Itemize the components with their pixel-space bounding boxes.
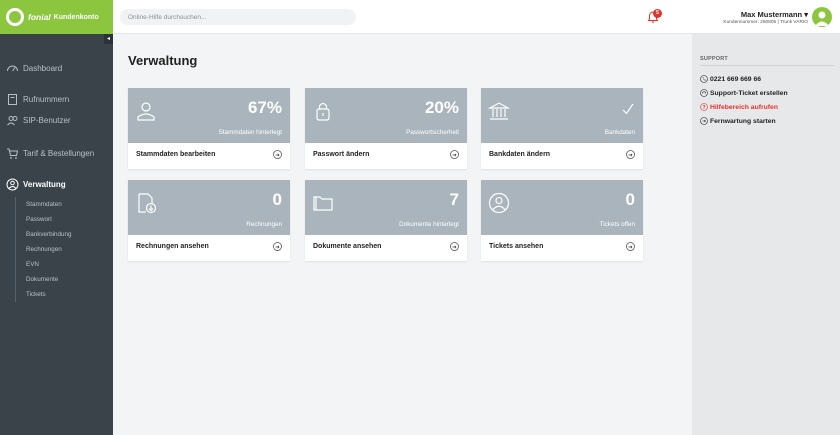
arrow-circle-icon[interactable] [273, 242, 282, 251]
support-title: SUPPORT [700, 56, 728, 62]
sidebar-item-verwaltung[interactable]: Verwaltung [6, 178, 66, 191]
card-value: 0 [625, 190, 635, 209]
page-title: Verwaltung [128, 53, 198, 68]
bankdaten-aendern-link[interactable]: Bankdaten ändern [489, 151, 550, 158]
brand-subtitle: Kundenkonto [53, 13, 99, 21]
subnav-item-bankverbindung[interactable]: Bankverbindung [26, 227, 72, 242]
headset-icon [700, 89, 708, 97]
passwort-aendern-link[interactable]: Passwort ändern [313, 151, 369, 158]
sidebar-subnav: Stammdaten Passwort Bankverbindung Rechn… [15, 197, 72, 302]
card-value: 0 [272, 190, 282, 209]
users-icon [7, 116, 18, 126]
brand-name: fonial [28, 12, 51, 22]
card-bankdaten: Bankdaten Bankdaten ändern [481, 88, 643, 169]
card-label: Passwortsicherheit [406, 129, 459, 136]
divider [700, 65, 834, 66]
sidebar-item-rufnummern[interactable]: Rufnummern [6, 93, 69, 106]
sidebar: ◂ Dashboard Rufnummern SIP-Benutzer Tari… [0, 34, 113, 435]
arrow-circle-icon[interactable] [450, 242, 459, 251]
support-item-label: Fernwartung starten [710, 117, 776, 125]
person-icon [137, 102, 155, 121]
rechnungen-ansehen-link[interactable]: Rechnungen ansehen [136, 243, 209, 250]
support-item-label: 0221 669 669 66 [710, 75, 762, 83]
subnav-item-rechnungen[interactable]: Rechnungen [26, 242, 72, 257]
support-ticket-create[interactable]: Support-Ticket erstellen [700, 89, 788, 97]
card-header: 7 Dokumente hinterlegt [305, 180, 467, 235]
stammdaten-bearbeiten-link[interactable]: Stammdaten bearbeiten [136, 151, 215, 158]
top-bar: fonial Kundenkonto 5 Max Mustermann ▾ Ku… [0, 0, 840, 34]
customer-info: Kundennummer: 280805 | Trunk VARIO [723, 20, 808, 25]
support-phone[interactable]: 0221 669 669 66 [700, 75, 761, 83]
fonial-logo-icon [6, 8, 24, 26]
subnav-item-passwort[interactable]: Passwort [26, 212, 72, 227]
sidebar-item-label: Dashboard [23, 64, 63, 73]
lock-icon [316, 102, 330, 121]
help-icon: ? [700, 103, 708, 111]
ticket-user-icon [488, 192, 510, 214]
card-dokumente: 7 Dokumente hinterlegt Dokumente ansehen [305, 180, 467, 261]
dokumente-ansehen-link[interactable]: Dokumente ansehen [313, 243, 381, 250]
avatar-person-icon [815, 11, 829, 26]
sidebar-item-label: Verwaltung [23, 180, 66, 189]
card-header: 0 Tickets offen [481, 180, 643, 235]
card-tickets: 0 Tickets offen Tickets ansehen [481, 180, 643, 261]
support-item-label: Support-Ticket erstellen [710, 89, 788, 97]
svg-text:?: ? [702, 105, 705, 111]
card-rechnungen: 0 Rechnungen Rechnungen ansehen [128, 180, 290, 261]
card-header: 67% Stammdaten hinterlegt [128, 88, 290, 143]
phone-icon [700, 75, 708, 83]
collapse-sidebar-button[interactable]: ◂ [104, 34, 113, 44]
card-label: Stammdaten hinterlegt [218, 129, 282, 136]
dashboard-icon [7, 65, 18, 72]
arrow-circle-icon[interactable] [273, 150, 282, 159]
remote-icon [700, 117, 708, 125]
subnav-item-stammdaten[interactable]: Stammdaten [26, 197, 72, 212]
search-input[interactable] [120, 9, 356, 25]
arrow-circle-icon[interactable] [626, 242, 635, 251]
card-label: Bankdaten [604, 129, 635, 136]
card-label: Rechnungen [246, 221, 282, 228]
card-header: 20% Passwortsicherheit [305, 88, 467, 143]
phonebook-icon [8, 94, 17, 105]
bank-icon [488, 102, 510, 120]
card-header: Bankdaten [481, 88, 643, 143]
card-stammdaten: 67% Stammdaten hinterlegt Stammdaten bea… [128, 88, 290, 169]
avatar[interactable] [812, 7, 832, 27]
subnav-item-evn[interactable]: EVN [26, 257, 72, 272]
sidebar-item-sip-benutzer[interactable]: SIP-Benutzer [6, 114, 71, 127]
card-label: Dokumente hinterlegt [399, 221, 459, 228]
sidebar-item-dashboard[interactable]: Dashboard [6, 62, 62, 75]
sidebar-item-label: Tarif & Bestellungen [23, 149, 95, 158]
card-value: 7 [449, 190, 459, 209]
sidebar-item-tarif-bestellungen[interactable]: Tarif & Bestellungen [6, 147, 94, 160]
user-menu[interactable]: Max Mustermann ▾ [741, 10, 808, 19]
support-item-label: Hilfebereich aufrufen [710, 103, 778, 111]
support-help[interactable]: ? Hilfebereich aufrufen [700, 103, 778, 111]
card-value: 20% [424, 98, 459, 117]
subnav-item-dokumente[interactable]: Dokumente [26, 272, 72, 287]
user-circle-icon [6, 178, 19, 191]
arrow-circle-icon[interactable] [450, 150, 459, 159]
sidebar-item-label: SIP-Benutzer [23, 116, 71, 125]
support-panel: SUPPORT 0221 669 669 66 Support-Ticket e… [692, 34, 840, 435]
invoice-icon [138, 193, 157, 214]
card-value: 67% [247, 98, 282, 117]
tickets-ansehen-link[interactable]: Tickets ansehen [489, 243, 543, 250]
sidebar-item-label: Rufnummern [23, 95, 70, 104]
cart-icon [7, 148, 19, 159]
card-header: 0 Rechnungen [128, 180, 290, 235]
card-label: Tickets offen [599, 221, 635, 228]
checkmark-icon [622, 103, 634, 115]
brand[interactable]: fonial Kundenkonto [0, 0, 113, 34]
arrow-circle-icon[interactable] [626, 150, 635, 159]
notification-badge: 5 [653, 9, 662, 18]
subnav-item-tickets[interactable]: Tickets [26, 287, 72, 302]
card-passwort: 20% Passwortsicherheit Passwort ändern [305, 88, 467, 169]
folder-icon [313, 196, 333, 211]
support-remote[interactable]: Fernwartung starten [700, 117, 776, 125]
